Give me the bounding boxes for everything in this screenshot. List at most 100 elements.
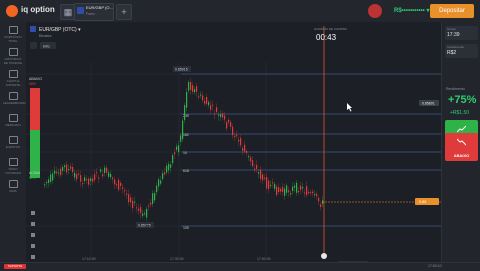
sidebar-item-label: PORTFÓLIO TOTAL	[4, 35, 22, 43]
candle	[236, 134, 238, 137]
balance[interactable]: R$••••••••••• ▾	[394, 7, 429, 14]
candle	[256, 165, 258, 169]
sidebar-item-chat[interactable]: CHATS E SUPORTE	[3, 70, 23, 87]
candle	[140, 206, 142, 213]
candle	[308, 191, 310, 194]
candle	[60, 168, 62, 176]
sidebar-item-portfolio[interactable]: PORTFÓLIO TOTAL	[3, 26, 23, 43]
chart-asset-sub: Binária	[39, 33, 52, 38]
candle	[46, 182, 48, 184]
candle	[314, 194, 316, 196]
briefcase-icon	[8, 26, 18, 34]
candle	[128, 194, 130, 203]
investment-field[interactable]: Investimento R$2	[445, 44, 478, 58]
candle	[44, 184, 46, 186]
candle	[280, 188, 282, 192]
sidebar-item-events[interactable]: EVENTOS	[3, 136, 23, 149]
pencil-tool-icon[interactable]	[31, 233, 35, 237]
timeframe-tool-icon[interactable]	[31, 255, 35, 259]
level-label-3: 10	[183, 151, 187, 155]
calendar-icon	[8, 136, 18, 144]
candle	[214, 113, 216, 115]
sidebar-item-history[interactable]: HISTÓRICO DE TRADING	[3, 48, 23, 65]
candle	[192, 85, 194, 92]
support-badge[interactable]: SUPORTE	[4, 264, 26, 269]
arrow-up-icon	[457, 125, 466, 133]
candle	[298, 191, 300, 193]
candle	[186, 91, 188, 108]
flag-icon	[30, 26, 36, 32]
payout-amount: +R$1,50	[450, 110, 470, 116]
candle	[56, 171, 58, 174]
candle	[270, 184, 272, 187]
candle	[178, 145, 180, 153]
candle	[158, 179, 160, 187]
candle	[154, 192, 156, 201]
sidebar-item-leaderboard[interactable]: LEADERBOARD	[3, 92, 26, 105]
arrow-down-icon	[457, 138, 466, 146]
crosshair-tool-icon[interactable]	[31, 222, 35, 226]
avatar[interactable]	[368, 4, 382, 18]
candle	[86, 179, 88, 181]
candle	[122, 187, 124, 189]
put-button[interactable]: ABAIXO	[445, 133, 478, 161]
candle	[232, 126, 234, 136]
candle	[224, 115, 226, 120]
candle	[54, 170, 56, 174]
candle	[228, 119, 230, 123]
candle	[216, 107, 218, 113]
candle	[98, 177, 100, 179]
candle	[94, 174, 96, 180]
sentiment-sell-pct: 48%	[29, 82, 36, 86]
candle	[96, 172, 98, 174]
asset-tab[interactable]: EUR/GBP (O... Forex	[74, 3, 114, 21]
investment-value: R$2	[447, 50, 457, 56]
candle	[144, 213, 146, 215]
add-tab-button[interactable]: +	[116, 4, 132, 20]
asset-tab-sub: Forex	[86, 12, 95, 16]
candle	[320, 204, 322, 208]
candle	[302, 187, 304, 189]
price-chart[interactable]: EUR/GBP (OTC) ▾ Binária Info ABAIXO 48% …	[26, 22, 441, 262]
candle	[176, 146, 178, 150]
candle	[194, 89, 196, 93]
sidebar-item-more[interactable]: MAIS	[3, 180, 23, 193]
countdown-timer: 00:43	[316, 33, 337, 42]
candle	[310, 192, 312, 194]
candle	[92, 178, 94, 182]
date-label-1: 17:30:00	[170, 257, 184, 261]
asset-tab-name: EUR/GBP (O...	[86, 5, 113, 10]
trophy-icon	[8, 92, 18, 100]
payout-percent: +75%	[448, 94, 477, 106]
level-label-0: 0.85915	[175, 68, 188, 72]
candle	[66, 164, 68, 173]
sidebar-item-tutorials[interactable]: VÍDEO TUTORIAIS	[3, 158, 23, 175]
indicator-tool-icon[interactable]	[31, 244, 35, 248]
candle	[146, 208, 148, 218]
candle	[204, 100, 206, 104]
candle	[304, 192, 306, 194]
candle	[120, 182, 122, 187]
level-label-4: 618	[183, 169, 189, 173]
expiration-marker-icon[interactable]	[321, 253, 327, 259]
star-icon[interactable]	[30, 42, 37, 49]
candle	[218, 114, 220, 116]
sidebar-item-market[interactable]: MERCADO	[3, 114, 23, 127]
candle	[316, 193, 318, 197]
candle	[142, 213, 144, 216]
cursor-tool-icon[interactable]	[31, 211, 35, 215]
timer-label: HORÁRIO DE COMPRA	[314, 27, 347, 31]
candle	[190, 82, 192, 90]
candle	[274, 183, 276, 189]
payout-label: Rendimento	[446, 87, 465, 91]
candle	[208, 101, 210, 106]
candle	[188, 82, 190, 91]
candle	[278, 187, 280, 192]
candle	[254, 168, 256, 170]
candle	[58, 172, 60, 174]
candle	[126, 193, 128, 195]
expiry-time-field[interactable]: Tempo 17:39	[445, 26, 478, 40]
deposit-button[interactable]: Depositar	[430, 4, 474, 18]
candle	[276, 186, 278, 195]
candle	[170, 164, 172, 168]
